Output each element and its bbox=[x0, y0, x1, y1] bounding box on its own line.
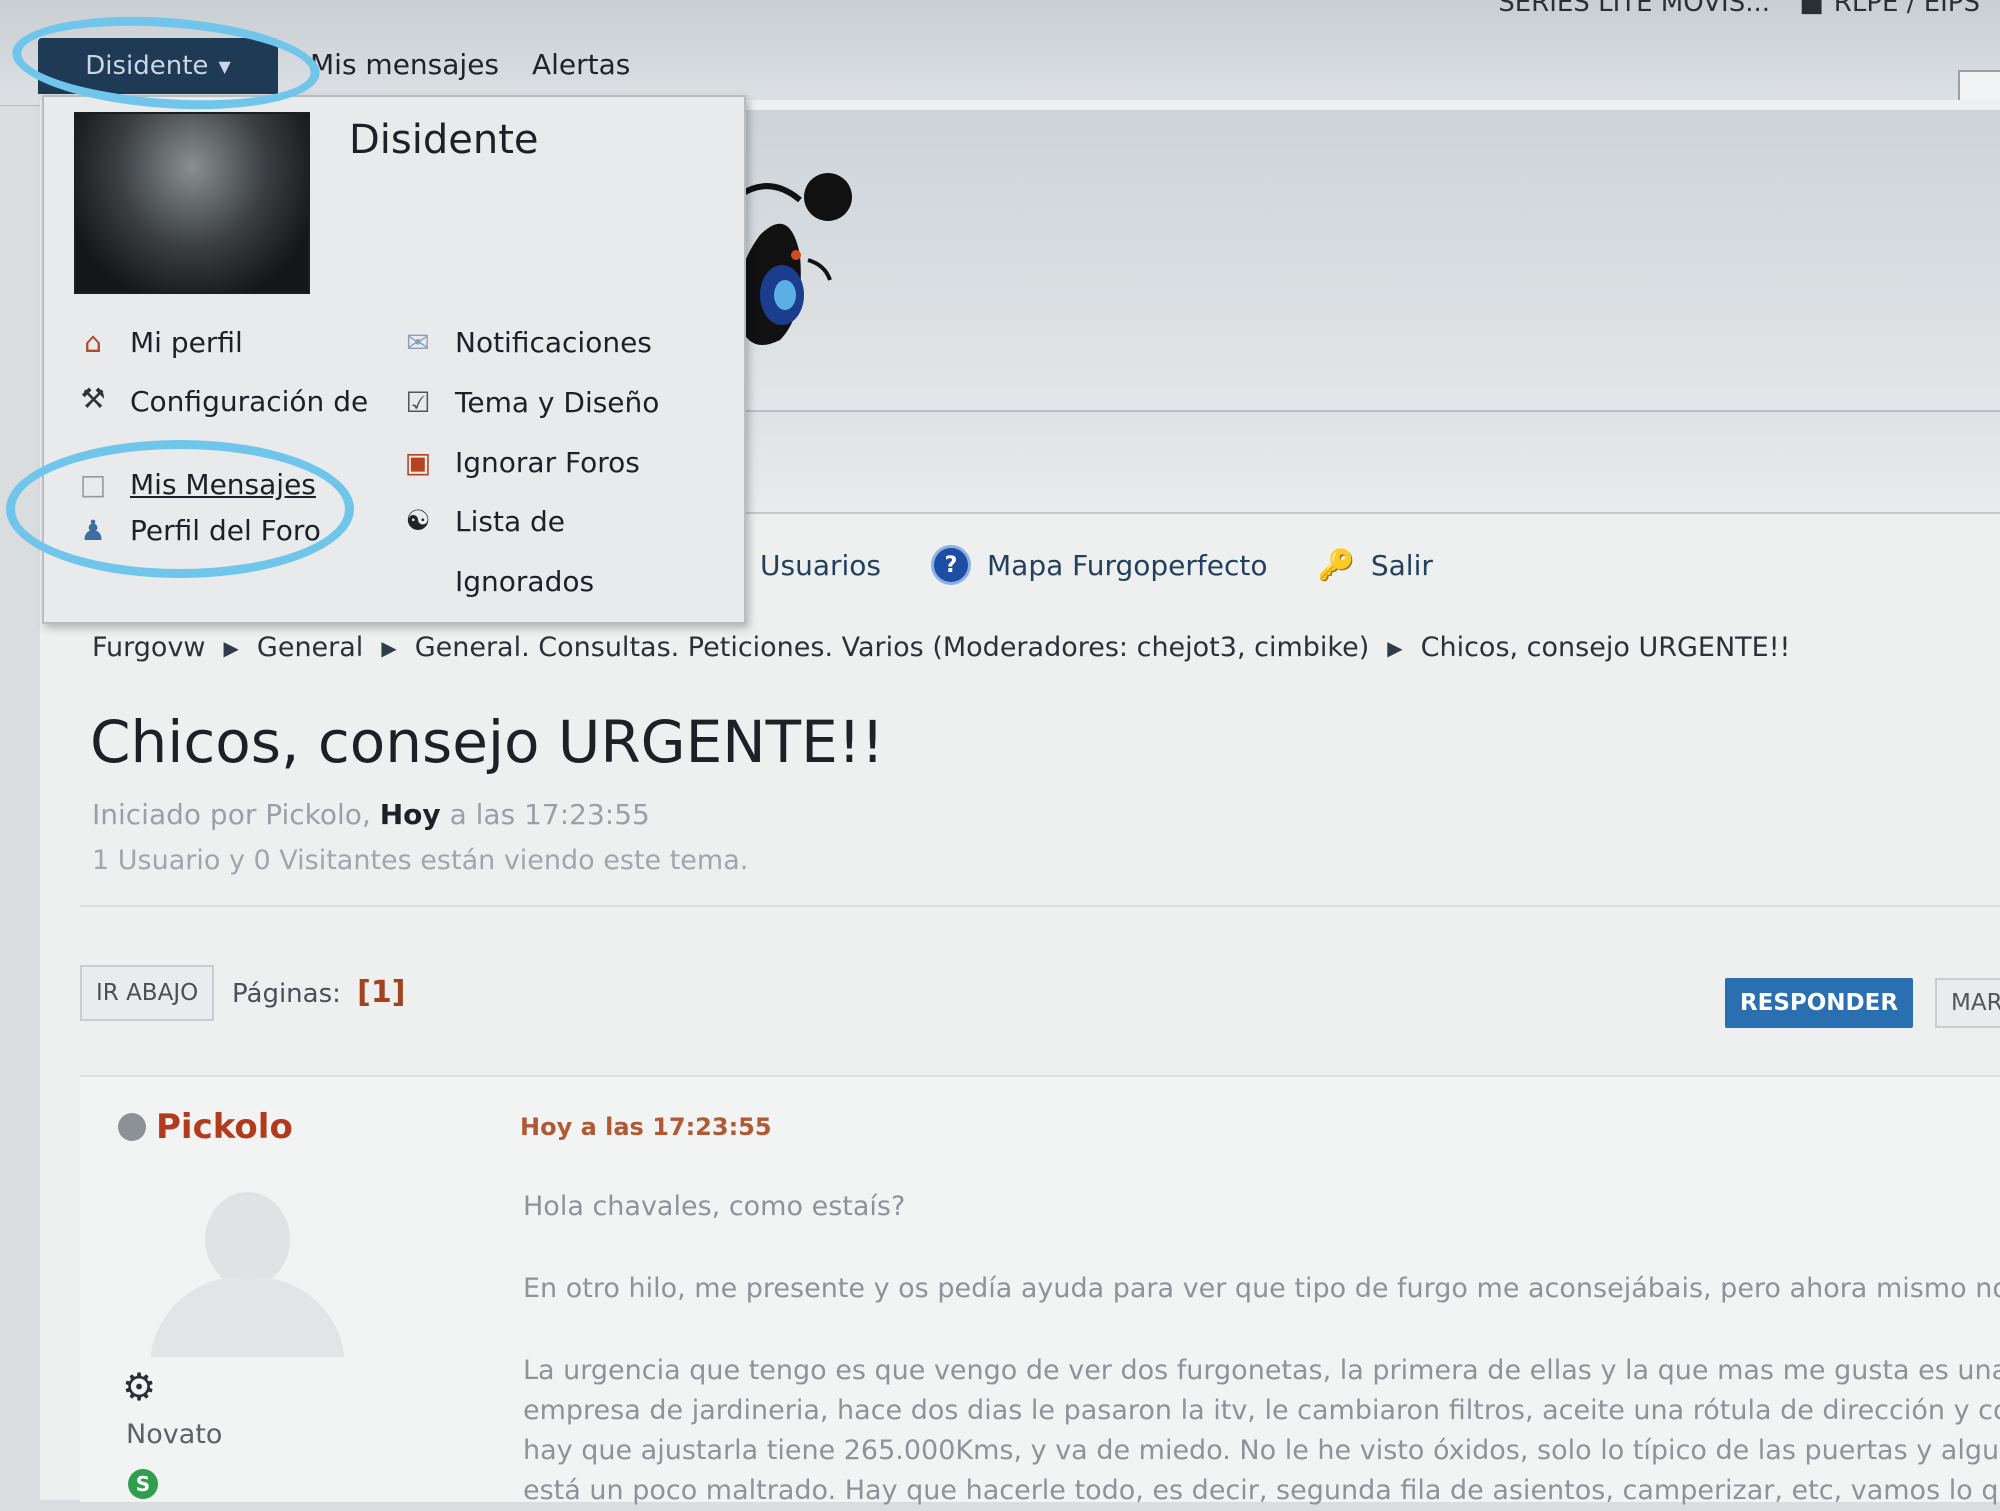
breadcrumb-item[interactable]: General. Consultas. Peticiones. Varios (… bbox=[415, 632, 1370, 663]
forum-logo-mascot-icon bbox=[737, 173, 852, 345]
status-dot-icon bbox=[118, 1113, 146, 1141]
top-link-messages[interactable]: Mis mensajes bbox=[310, 48, 499, 81]
avatar[interactable] bbox=[74, 112, 310, 294]
topic-viewers: 1 Usuario y 0 Visitantes están viendo es… bbox=[92, 845, 749, 876]
post-author[interactable]: Pickolo bbox=[118, 1107, 293, 1147]
ignore-forums-icon: ▣ bbox=[404, 445, 432, 479]
theme-icon: ☑ bbox=[405, 385, 431, 419]
menu-item-notificaciones[interactable]: ✉ Notificaciones bbox=[399, 312, 659, 372]
menu-item-configuracion[interactable]: ⚒ Configuración de Cuenta bbox=[74, 372, 370, 450]
page-title: Chicos, consejo URGENTE!! bbox=[90, 708, 885, 776]
post-time[interactable]: Hoy a las 17:23:55 bbox=[520, 1113, 772, 1141]
post: Pickolo ⚙ Novato S Hoy a las 17:23:55 Ho… bbox=[80, 1075, 2000, 1506]
tools-icon: ⚒ bbox=[80, 382, 106, 415]
nav-item-mapa[interactable]: ? Mapa Furgoperfecto bbox=[931, 545, 1268, 585]
main-navigation: Usuarios ? Mapa Furgoperfecto 🔑 Salir bbox=[760, 545, 1433, 585]
breadcrumb-item[interactable]: General bbox=[257, 632, 363, 663]
rank-badge-icon: ⚙ bbox=[122, 1365, 157, 1409]
nav-strip bbox=[740, 410, 2000, 514]
menu-item-ignorar-foros[interactable]: ▣ Ignorar Foros bbox=[399, 432, 659, 492]
post-paragraph: En otro hilo, me presente y os pedía ayu… bbox=[523, 1273, 2000, 1304]
post-author-rank: Novato bbox=[126, 1419, 223, 1450]
header-banner bbox=[740, 110, 2000, 410]
mark-button[interactable]: MAR bbox=[1935, 978, 2000, 1028]
top-right-text: SERIES LITE MOVIS... bbox=[1498, 0, 1770, 18]
menu-item-tema-diseno[interactable]: ☑ Tema y Diseño bbox=[399, 372, 659, 432]
skype-icon[interactable]: S bbox=[128, 1469, 158, 1499]
divider bbox=[80, 905, 2000, 907]
breadcrumb-arrow-icon: ▶ bbox=[1387, 635, 1403, 660]
breadcrumb-item[interactable]: Chicos, consejo URGENTE!! bbox=[1421, 632, 1791, 663]
breadcrumb-item[interactable]: Furgovw bbox=[92, 632, 206, 663]
envelope-icon: ✉ bbox=[406, 325, 430, 359]
topic-started-by: Iniciado por Pickolo, Hoy a las 17:23:55 bbox=[92, 798, 650, 831]
top-right-user[interactable]: ■ RLPE / EIPS bbox=[1799, 0, 1980, 18]
yin-yang-icon: ☯ bbox=[405, 504, 431, 537]
breadcrumb-arrow-icon: ▶ bbox=[223, 635, 239, 660]
pagination: Páginas: [1] bbox=[232, 975, 406, 1010]
reply-button[interactable]: RESPONDER bbox=[1725, 978, 1913, 1028]
go-down-button[interactable]: IR ABAJO bbox=[80, 965, 215, 1021]
post-paragraph: Hola chavales, como estaís? bbox=[523, 1191, 906, 1222]
annotation-circle-mis-mensajes bbox=[6, 440, 354, 578]
menu-item-mi-perfil[interactable]: ⌂ Mi perfil bbox=[74, 312, 370, 372]
dropdown-username: Disidente bbox=[349, 117, 539, 163]
top-link-alerts[interactable]: Alertas bbox=[532, 48, 630, 81]
key-icon: 🔑 bbox=[1317, 547, 1355, 583]
nav-item-usuarios[interactable]: Usuarios bbox=[760, 549, 881, 582]
house-icon: ⌂ bbox=[84, 325, 102, 359]
default-avatar bbox=[125, 1177, 360, 1357]
menu-item-lista-ignorados[interactable]: ☯ Lista de Ignorados bbox=[399, 492, 659, 612]
post-paragraph: La urgencia que tengo es que vengo de ve… bbox=[523, 1355, 2000, 1506]
post-body: Hola chavales, como estaís? En otro hilo… bbox=[523, 1187, 2000, 1511]
user-group-icon: ■ bbox=[1799, 0, 1824, 18]
page-link[interactable]: [1] bbox=[357, 975, 405, 1010]
nav-item-salir[interactable]: 🔑 Salir bbox=[1318, 548, 1433, 583]
dropdown-right-column: ✉ Notificaciones ☑ Tema y Diseño ▣ Ignor… bbox=[399, 312, 660, 612]
help-icon: ? bbox=[931, 545, 971, 585]
breadcrumb-arrow-icon: ▶ bbox=[381, 635, 397, 660]
breadcrumb: Furgovw ▶ General ▶ General. Consultas. … bbox=[92, 632, 1790, 663]
